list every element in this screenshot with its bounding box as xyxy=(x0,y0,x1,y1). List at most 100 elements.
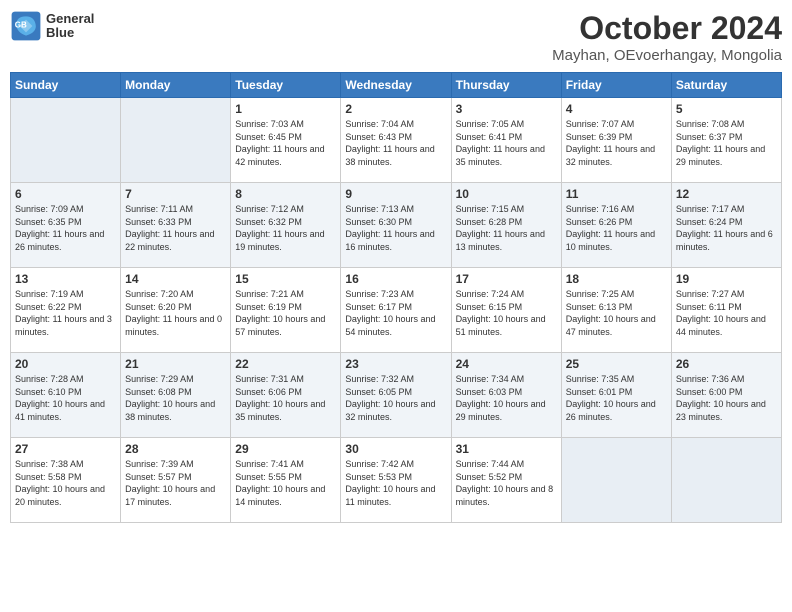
calendar-cell: 9Sunrise: 7:13 AMSunset: 6:30 PMDaylight… xyxy=(341,183,451,268)
calendar-cell: 15Sunrise: 7:21 AMSunset: 6:19 PMDayligh… xyxy=(231,268,341,353)
day-number: 16 xyxy=(345,272,446,286)
day-info: Sunrise: 7:21 AMSunset: 6:19 PMDaylight:… xyxy=(235,288,336,338)
day-number: 11 xyxy=(566,187,667,201)
calendar-cell: 17Sunrise: 7:24 AMSunset: 6:15 PMDayligh… xyxy=(451,268,561,353)
calendar-cell: 21 Sunrise: 7:29 AMSunset: 6:08 PMDayligh… xyxy=(121,353,231,438)
day-info: Sunrise: 7:08 AMSunset: 6:37 PMDaylight:… xyxy=(676,118,777,168)
calendar-week-row: 6 Sunrise: 7:09 AMSunset: 6:35 PMDaylight… xyxy=(11,183,782,268)
logo-line1: General xyxy=(46,12,94,26)
day-number: 3 xyxy=(456,102,557,116)
calendar-cell: 26Sunrise: 7:36 AMSunset: 6:00 PMDayligh… xyxy=(671,353,781,438)
calendar-cell: 18Sunrise: 7:25 AMSunset: 6:13 PMDayligh… xyxy=(561,268,671,353)
calendar-cell: 23Sunrise: 7:32 AMSunset: 6:05 PMDayligh… xyxy=(341,353,451,438)
calendar-week-row: 13 Sunrise: 7:19 AMSunset: 6:22 PMDayligh… xyxy=(11,268,782,353)
calendar-cell: 8 Sunrise: 7:12 AMSunset: 6:32 PMDaylight… xyxy=(231,183,341,268)
calendar-week-row: 20 Sunrise: 7:28 AMSunset: 6:10 PMDayligh… xyxy=(11,353,782,438)
day-info: Sunrise: 7:19 AMSunset: 6:22 PMDaylight:… xyxy=(15,288,116,338)
day-info: Sunrise: 7:11 AMSunset: 6:33 PMDaylight:… xyxy=(125,203,226,253)
page-header: GB General Blue October 2024 Mayhan, OEv… xyxy=(10,10,782,64)
logo-line2: Blue xyxy=(46,26,94,40)
calendar-cell xyxy=(671,438,781,523)
day-number: 14 xyxy=(125,272,226,286)
day-info: Sunrise: 7:42 AMSunset: 5:53 PMDaylight:… xyxy=(345,458,446,508)
title-block: October 2024 Mayhan, OEvoerhangay, Mongo… xyxy=(552,10,782,64)
logo-icon: GB xyxy=(10,10,42,42)
day-info: Sunrise: 7:32 AMSunset: 6:05 PMDaylight:… xyxy=(345,373,446,423)
day-number: 5 xyxy=(676,102,777,116)
day-number: 8 xyxy=(235,187,336,201)
weekday-header: Friday xyxy=(561,73,671,98)
calendar-cell: 22 Sunrise: 7:31 AMSunset: 6:06 PMDayligh… xyxy=(231,353,341,438)
calendar-header-row: SundayMondayTuesdayWednesdayThursdayFrid… xyxy=(11,73,782,98)
calendar-cell: 11 Sunrise: 7:16 AMSunset: 6:26 PMDayligh… xyxy=(561,183,671,268)
day-number: 2 xyxy=(345,102,446,116)
day-number: 25 xyxy=(566,357,667,371)
day-info: Sunrise: 7:38 AMSunset: 5:58 PMDaylight:… xyxy=(15,458,116,508)
day-info: Sunrise: 7:27 AMSunset: 6:11 PMDaylight:… xyxy=(676,288,777,338)
day-number: 12 xyxy=(676,187,777,201)
day-number: 6 xyxy=(15,187,116,201)
day-info: Sunrise: 7:04 AMSunset: 6:43 PMDaylight:… xyxy=(345,118,446,168)
day-number: 21 xyxy=(125,357,226,371)
calendar-cell: 3 Sunrise: 7:05 AMSunset: 6:41 PMDaylight… xyxy=(451,98,561,183)
day-info: Sunrise: 7:24 AMSunset: 6:15 PMDaylight:… xyxy=(456,288,557,338)
day-info: Sunrise: 7:23 AMSunset: 6:17 PMDaylight:… xyxy=(345,288,446,338)
day-info: Sunrise: 7:44 AMSunset: 5:52 PMDaylight:… xyxy=(456,458,557,508)
calendar-cell: 16 Sunrise: 7:23 AMSunset: 6:17 PMDayligh… xyxy=(341,268,451,353)
calendar-cell xyxy=(561,438,671,523)
day-info: Sunrise: 7:35 AMSunset: 6:01 PMDaylight:… xyxy=(566,373,667,423)
calendar-cell: 12Sunrise: 7:17 AMSunset: 6:24 PMDayligh… xyxy=(671,183,781,268)
calendar-cell: 10 Sunrise: 7:15 AMSunset: 6:28 PMDayligh… xyxy=(451,183,561,268)
day-info: Sunrise: 7:03 AMSunset: 6:45 PMDaylight:… xyxy=(235,118,336,168)
calendar-week-row: 1 Sunrise: 7:03 AMSunset: 6:45 PMDaylight… xyxy=(11,98,782,183)
day-info: Sunrise: 7:16 AMSunset: 6:26 PMDaylight:… xyxy=(566,203,667,253)
day-info: Sunrise: 7:31 AMSunset: 6:06 PMDaylight:… xyxy=(235,373,336,423)
day-number: 18 xyxy=(566,272,667,286)
calendar-week-row: 27 Sunrise: 7:38 AMSunset: 5:58 PMDayligh… xyxy=(11,438,782,523)
day-number: 27 xyxy=(15,442,116,456)
calendar-cell: 4Sunrise: 7:07 AMSunset: 6:39 PMDaylight… xyxy=(561,98,671,183)
calendar-cell: 31 Sunrise: 7:44 AMSunset: 5:52 PMDayligh… xyxy=(451,438,561,523)
calendar-table: SundayMondayTuesdayWednesdayThursdayFrid… xyxy=(10,72,782,523)
calendar-body: 1 Sunrise: 7:03 AMSunset: 6:45 PMDaylight… xyxy=(11,98,782,523)
day-info: Sunrise: 7:05 AMSunset: 6:41 PMDaylight:… xyxy=(456,118,557,168)
calendar-cell xyxy=(11,98,121,183)
day-number: 20 xyxy=(15,357,116,371)
day-info: Sunrise: 7:12 AMSunset: 6:32 PMDaylight:… xyxy=(235,203,336,253)
day-number: 13 xyxy=(15,272,116,286)
day-number: 7 xyxy=(125,187,226,201)
day-number: 22 xyxy=(235,357,336,371)
calendar-cell: 19 Sunrise: 7:27 AMSunset: 6:11 PMDayligh… xyxy=(671,268,781,353)
day-info: Sunrise: 7:29 AMSunset: 6:08 PMDaylight:… xyxy=(125,373,226,423)
day-number: 24 xyxy=(456,357,557,371)
day-info: Sunrise: 7:07 AMSunset: 6:39 PMDaylight:… xyxy=(566,118,667,168)
day-number: 1 xyxy=(235,102,336,116)
day-number: 19 xyxy=(676,272,777,286)
weekday-header: Tuesday xyxy=(231,73,341,98)
day-number: 31 xyxy=(456,442,557,456)
day-info: Sunrise: 7:39 AMSunset: 5:57 PMDaylight:… xyxy=(125,458,226,508)
day-info: Sunrise: 7:09 AMSunset: 6:35 PMDaylight:… xyxy=(15,203,116,253)
calendar-cell: 29Sunrise: 7:41 AMSunset: 5:55 PMDayligh… xyxy=(231,438,341,523)
calendar-cell xyxy=(121,98,231,183)
calendar-cell: 27 Sunrise: 7:38 AMSunset: 5:58 PMDayligh… xyxy=(11,438,121,523)
day-number: 10 xyxy=(456,187,557,201)
day-info: Sunrise: 7:15 AMSunset: 6:28 PMDaylight:… xyxy=(456,203,557,253)
weekday-header: Monday xyxy=(121,73,231,98)
month-title: October 2024 xyxy=(552,10,782,47)
weekday-header: Wednesday xyxy=(341,73,451,98)
calendar-cell: 6 Sunrise: 7:09 AMSunset: 6:35 PMDaylight… xyxy=(11,183,121,268)
day-info: Sunrise: 7:28 AMSunset: 6:10 PMDaylight:… xyxy=(15,373,116,423)
day-number: 28 xyxy=(125,442,226,456)
location-subtitle: Mayhan, OEvoerhangay, Mongolia xyxy=(552,47,782,64)
svg-text:GB: GB xyxy=(15,21,27,30)
day-info: Sunrise: 7:41 AMSunset: 5:55 PMDaylight:… xyxy=(235,458,336,508)
calendar-cell: 25 Sunrise: 7:35 AMSunset: 6:01 PMDayligh… xyxy=(561,353,671,438)
calendar-cell: 13 Sunrise: 7:19 AMSunset: 6:22 PMDayligh… xyxy=(11,268,121,353)
calendar-cell: 30Sunrise: 7:42 AMSunset: 5:53 PMDayligh… xyxy=(341,438,451,523)
day-number: 9 xyxy=(345,187,446,201)
day-info: Sunrise: 7:34 AMSunset: 6:03 PMDaylight:… xyxy=(456,373,557,423)
weekday-header: Sunday xyxy=(11,73,121,98)
calendar-cell: 1 Sunrise: 7:03 AMSunset: 6:45 PMDaylight… xyxy=(231,98,341,183)
calendar-cell: 24 Sunrise: 7:34 AMSunset: 6:03 PMDayligh… xyxy=(451,353,561,438)
